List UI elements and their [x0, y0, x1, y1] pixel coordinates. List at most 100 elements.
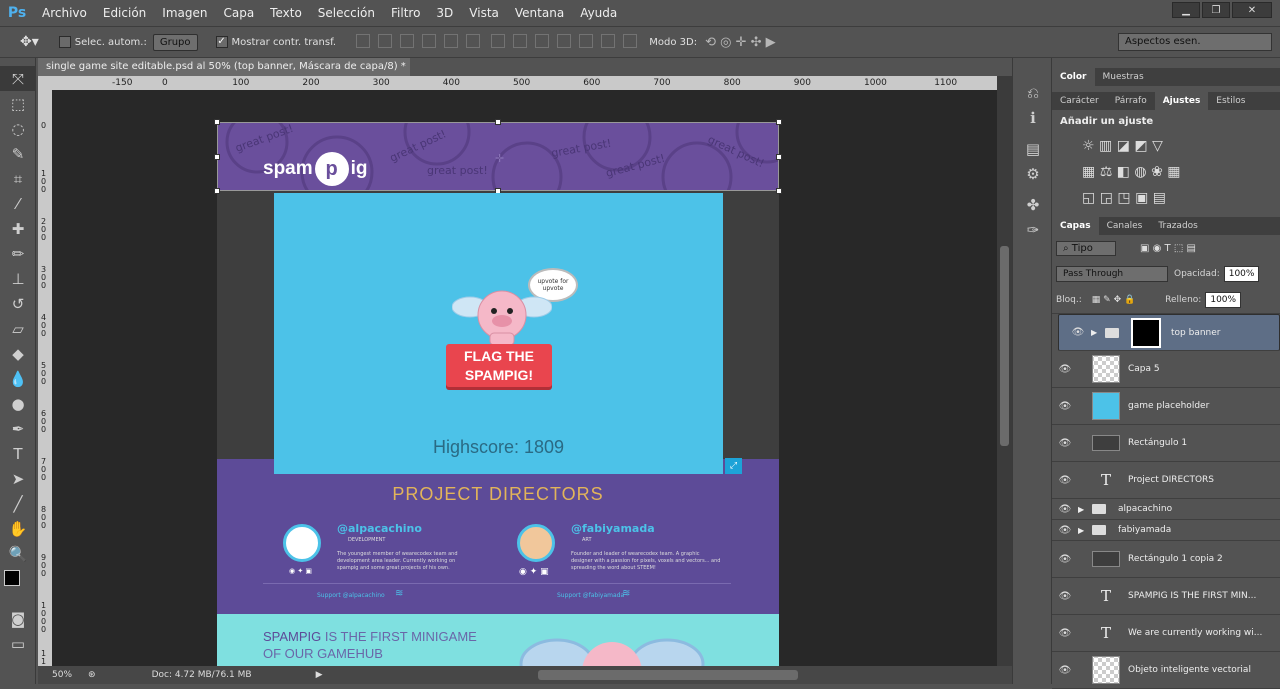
- tab-ajustes[interactable]: Ajustes: [1154, 92, 1209, 110]
- transform-handle[interactable]: [495, 119, 501, 125]
- visibility-eye-icon[interactable]: 👁: [1052, 591, 1078, 602]
- type-tool-icon[interactable]: T: [0, 441, 36, 466]
- transform-handle[interactable]: [776, 154, 782, 160]
- status-arrow-icon[interactable]: ▶: [316, 670, 323, 680]
- path-select-tool-icon[interactable]: ➤: [0, 466, 36, 491]
- properties-panel-icon[interactable]: ℹ: [1013, 105, 1053, 130]
- screen-mode-icon[interactable]: ▭: [0, 631, 36, 656]
- visibility-eye-icon[interactable]: 👁: [1065, 327, 1091, 338]
- status-icon[interactable]: ⊛: [88, 670, 96, 680]
- align-left-icon[interactable]: [422, 33, 437, 48]
- line-tool-icon[interactable]: ╱: [0, 491, 36, 516]
- layer-row[interactable]: 👁 ▶ fabiyamada: [1052, 520, 1280, 541]
- layer-row[interactable]: 👁 Rectángulo 1 copia 2: [1052, 541, 1280, 578]
- menu-selección[interactable]: Selección: [310, 0, 383, 26]
- expand-arrow-icon[interactable]: ▶: [1078, 526, 1092, 535]
- mixer-icon[interactable]: ❀: [1151, 164, 1163, 180]
- layer-row[interactable]: 👁 ▶ top banner: [1058, 314, 1280, 351]
- lasso-tool-icon[interactable]: ◌: [0, 116, 36, 141]
- crop-tool-icon[interactable]: ⌗: [0, 166, 36, 191]
- move-tool-icon[interactable]: ⤧: [0, 66, 36, 91]
- distribute-hcenter-icon[interactable]: [579, 33, 594, 48]
- document-tab[interactable]: single game site editable.psd al 50% (to…: [38, 58, 410, 90]
- eraser-tool-icon[interactable]: ▱: [0, 316, 36, 341]
- layer-filter-icons[interactable]: ▣ ◉ T ⬚ ▤: [1140, 243, 1196, 254]
- posterize-icon[interactable]: ◲: [1100, 190, 1113, 206]
- horizontal-scroll-thumb[interactable]: [538, 670, 798, 680]
- minimize-button[interactable]: ▁: [1172, 2, 1200, 18]
- align-right-icon[interactable]: [466, 33, 481, 48]
- distribute-bottom-icon[interactable]: [535, 33, 550, 48]
- paths-panel-icon[interactable]: ✤: [1013, 192, 1053, 217]
- photo-filter-icon[interactable]: ◍: [1134, 164, 1146, 180]
- layer-mask-thumbnail[interactable]: [1131, 317, 1161, 348]
- curves-icon[interactable]: ◪: [1117, 138, 1130, 154]
- tab-color[interactable]: Color: [1052, 68, 1095, 86]
- invert-icon[interactable]: ◱: [1082, 190, 1095, 206]
- tab-muestras[interactable]: Muestras: [1095, 68, 1152, 86]
- layer-row[interactable]: 👁 T Project DIRECTORS: [1052, 462, 1280, 499]
- stamp-tool-icon[interactable]: ⊥: [0, 266, 36, 291]
- tab-capas[interactable]: Capas: [1052, 217, 1099, 235]
- expand-arrow-icon[interactable]: ▶: [1091, 328, 1105, 337]
- zoom-tool-icon[interactable]: 🔍: [0, 541, 36, 566]
- distribute-top-icon[interactable]: [491, 33, 506, 48]
- transform-controls-checkbox[interactable]: ✓ Mostrar contr. transf.: [215, 36, 336, 48]
- transform-handle[interactable]: [214, 154, 220, 160]
- actions-panel-icon[interactable]: ▤: [1013, 136, 1053, 161]
- fill-field[interactable]: 100%: [1205, 292, 1242, 308]
- auto-align-icon[interactable]: [623, 33, 638, 48]
- align-top-icon[interactable]: [356, 33, 371, 48]
- canvas-area[interactable]: great post! great post! great post! grea…: [52, 90, 997, 666]
- auto-select-dropdown[interactable]: Grupo: [152, 33, 198, 51]
- tab-párrafo[interactable]: Párrafo: [1107, 92, 1155, 110]
- brush-tool-icon[interactable]: ✏: [0, 241, 36, 266]
- 3d-tools-icons[interactable]: ⟲ ◎ ✛ ✣ ▶: [705, 35, 776, 50]
- transform-handle[interactable]: [214, 188, 220, 194]
- tab-estilos[interactable]: Estilos: [1208, 92, 1253, 110]
- visibility-eye-icon[interactable]: 👁: [1052, 525, 1078, 536]
- quick-select-tool-icon[interactable]: ✎: [0, 141, 36, 166]
- menu-ayuda[interactable]: Ayuda: [572, 0, 625, 26]
- hue-icon[interactable]: ▦: [1082, 164, 1095, 180]
- healing-tool-icon[interactable]: ✚: [0, 216, 36, 241]
- visibility-eye-icon[interactable]: 👁: [1052, 364, 1078, 375]
- hand-tool-icon[interactable]: ✋: [0, 516, 36, 541]
- visibility-eye-icon[interactable]: 👁: [1052, 665, 1078, 676]
- eyedropper-tool-icon[interactable]: ⁄: [0, 191, 36, 216]
- layer-row[interactable]: 👁 game placeholder: [1052, 388, 1280, 425]
- color-swatches-icon[interactable]: [0, 566, 36, 606]
- levels-icon[interactable]: ▥: [1099, 138, 1112, 154]
- menu-texto[interactable]: Texto: [262, 0, 310, 26]
- auto-select-checkbox[interactable]: Selec. autom.:: [58, 36, 147, 48]
- menu-ventana[interactable]: Ventana: [507, 0, 572, 26]
- layer-row[interactable]: 👁 Capa 5: [1052, 351, 1280, 388]
- tab-trazados[interactable]: Trazados: [1150, 217, 1206, 235]
- layer-row[interactable]: 👁 T SPAMPIG IS THE FIRST MIN...: [1052, 578, 1280, 615]
- layer-row[interactable]: 👁 Objeto inteligente vectorial: [1052, 652, 1280, 689]
- menu-imagen[interactable]: Imagen: [154, 0, 215, 26]
- quick-mask-icon[interactable]: ◙: [0, 606, 36, 631]
- selective-color-icon[interactable]: ▣: [1135, 190, 1148, 206]
- layer-row[interactable]: 👁 ▶ alpacachino: [1052, 499, 1280, 520]
- lock-icons[interactable]: ▦ ✎ ✥ 🔒: [1092, 295, 1135, 305]
- opacity-field[interactable]: 100%: [1223, 266, 1260, 282]
- menu-filtro[interactable]: Filtro: [383, 0, 428, 26]
- tab-canales[interactable]: Canales: [1099, 217, 1151, 235]
- brush-panel-icon[interactable]: ✑: [1013, 217, 1053, 242]
- menu-vista[interactable]: Vista: [461, 0, 507, 26]
- transform-handle[interactable]: [214, 119, 220, 125]
- visibility-eye-icon[interactable]: 👁: [1052, 554, 1078, 565]
- transform-handle[interactable]: [776, 119, 782, 125]
- pen-tool-icon[interactable]: ✒: [0, 416, 36, 441]
- layer-filter-dropdown[interactable]: ⌕ Tipo: [1056, 240, 1116, 256]
- visibility-eye-icon[interactable]: 👁: [1052, 628, 1078, 639]
- threshold-icon[interactable]: ◳: [1117, 190, 1130, 206]
- close-window-button[interactable]: ✕: [1232, 2, 1272, 18]
- menu-edición[interactable]: Edición: [95, 0, 154, 26]
- distribute-vcenter-icon[interactable]: [513, 33, 528, 48]
- visibility-eye-icon[interactable]: 👁: [1052, 504, 1078, 515]
- visibility-eye-icon[interactable]: 👁: [1052, 401, 1078, 412]
- vertical-scroll-thumb[interactable]: [1000, 246, 1009, 446]
- blend-mode-dropdown[interactable]: Pass Through: [1056, 266, 1168, 282]
